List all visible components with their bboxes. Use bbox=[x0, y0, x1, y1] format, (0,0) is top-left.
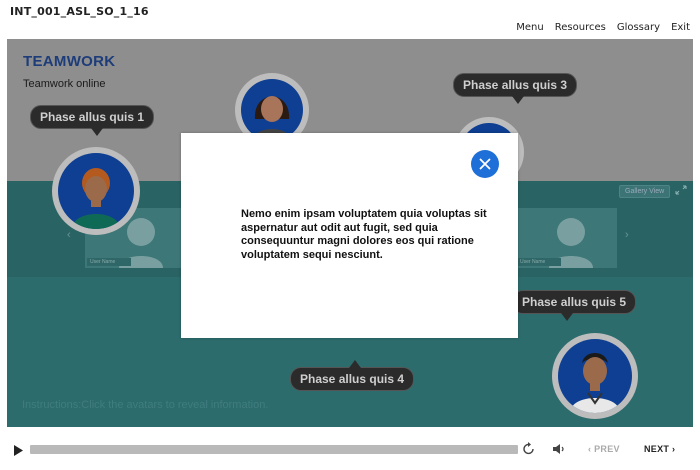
exit-link[interactable]: Exit bbox=[671, 22, 690, 33]
phase-4-bubble[interactable]: Phase allus quis 4 bbox=[290, 360, 415, 391]
play-icon[interactable] bbox=[14, 443, 23, 456]
phase-5-label: Phase allus quis 5 bbox=[522, 295, 627, 309]
video-tile-name: User Name bbox=[87, 258, 131, 266]
chevron-right-icon[interactable]: › bbox=[625, 229, 629, 241]
prev-button[interactable]: ‹ PREV bbox=[588, 444, 620, 454]
instructions-text: Instructions:Click the avatars to reveal… bbox=[22, 399, 269, 411]
prev-label: PREV bbox=[594, 444, 620, 454]
avatar-phase-1[interactable] bbox=[52, 147, 140, 235]
avatar-phase-5[interactable] bbox=[552, 333, 638, 419]
volume-icon[interactable] bbox=[552, 442, 566, 456]
video-tile: User Name bbox=[515, 208, 617, 268]
avatar-face-icon bbox=[558, 339, 632, 413]
phase-3-label: Phase allus quis 3 bbox=[463, 78, 568, 92]
phase-3-bubble[interactable]: Phase allus quis 3 bbox=[453, 73, 578, 104]
phase-4-label: Phase allus quis 4 bbox=[300, 372, 405, 386]
menu-link[interactable]: Menu bbox=[516, 22, 543, 33]
phase-1-label: Phase allus quis 1 bbox=[40, 110, 145, 124]
top-navigation: Menu Resources Glossary Exit bbox=[516, 22, 690, 33]
avatar-face-icon bbox=[241, 79, 303, 141]
player-window: INT_001_ASL_SO_1_16 Menu Resources Gloss… bbox=[0, 0, 700, 470]
next-label: NEXT bbox=[644, 444, 670, 454]
course-id-label: INT_001_ASL_SO_1_16 bbox=[10, 5, 149, 18]
next-button[interactable]: NEXT › bbox=[644, 444, 675, 454]
gallery-view-button[interactable]: Gallery View bbox=[619, 185, 671, 198]
player-controls: ‹ PREV NEXT › bbox=[0, 437, 700, 461]
slide-subtitle: Teamwork online bbox=[23, 78, 106, 90]
close-icon bbox=[479, 158, 491, 170]
phase-5-bubble[interactable]: Phase allus quis 5 bbox=[512, 290, 637, 321]
close-button[interactable] bbox=[471, 150, 499, 178]
glossary-link[interactable]: Glossary bbox=[617, 22, 660, 33]
expand-icon[interactable] bbox=[675, 185, 687, 195]
seek-bar[interactable] bbox=[30, 445, 518, 454]
info-modal: Nemo enim ipsam voluptatem quia voluptas… bbox=[181, 133, 518, 338]
avatar-face-icon bbox=[58, 153, 134, 229]
modal-body-text: Nemo enim ipsam voluptatem quia voluptas… bbox=[241, 208, 487, 261]
chevron-left-icon[interactable]: ‹ bbox=[67, 229, 71, 241]
video-tile-name: User Name bbox=[517, 258, 561, 266]
replay-icon[interactable] bbox=[522, 442, 536, 456]
resources-link[interactable]: Resources bbox=[555, 22, 606, 33]
slide-title: TEAMWORK bbox=[23, 53, 116, 70]
phase-1-bubble[interactable]: Phase allus quis 1 bbox=[30, 105, 155, 136]
